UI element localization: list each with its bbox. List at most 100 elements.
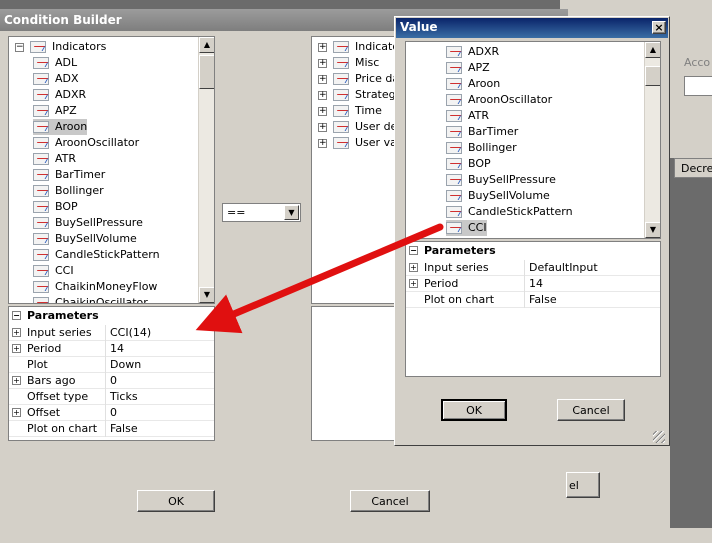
tree-item[interactable]: Aroon bbox=[33, 119, 88, 135]
parameter-name: Offset bbox=[27, 406, 61, 419]
value-list-scrollbar[interactable]: ▲ ▼ bbox=[644, 42, 660, 238]
expand-icon[interactable]: + bbox=[12, 344, 21, 353]
expand-icon[interactable]: + bbox=[318, 74, 327, 84]
tree-item[interactable]: APZ bbox=[33, 103, 77, 119]
parameter-row[interactable]: Offset type Ticks bbox=[9, 389, 214, 405]
tree-item[interactable]: BuySellPressure bbox=[33, 215, 143, 231]
parameter-row[interactable]: + Input series CCI(14) bbox=[9, 325, 214, 341]
expand-icon[interactable]: + bbox=[12, 376, 21, 385]
indicators-tree[interactable]: − Indicators ADL ADX ADXR APZ Aroon AroonOscil… bbox=[8, 36, 215, 304]
parameter-value[interactable]: 0 bbox=[105, 373, 214, 389]
list-item[interactable]: Aroon bbox=[446, 76, 500, 92]
parameter-value[interactable]: Ticks bbox=[105, 389, 214, 405]
tree-item[interactable]: CandleStickPattern bbox=[33, 247, 160, 263]
expand-icon[interactable]: + bbox=[318, 42, 327, 52]
parameter-row[interactable]: Plot Down bbox=[9, 357, 214, 373]
value-indicator-list[interactable]: ADXR APZ Aroon AroonOscillator ATR BarTimer Bo… bbox=[405, 41, 661, 239]
collapse-icon[interactable]: − bbox=[409, 246, 418, 255]
parameter-row[interactable]: + Bars ago 0 bbox=[9, 373, 214, 389]
parameter-value[interactable]: Down bbox=[105, 357, 214, 373]
scroll-up-icon[interactable]: ▲ bbox=[199, 37, 214, 53]
tree-item[interactable]: + Strategy bbox=[318, 87, 400, 103]
list-item[interactable]: CCI bbox=[446, 220, 487, 236]
tree-item[interactable]: + Price da bbox=[318, 71, 399, 87]
scroll-down-icon[interactable]: ▼ bbox=[645, 222, 660, 238]
scroll-thumb[interactable] bbox=[199, 55, 214, 89]
list-item-label: ATR bbox=[55, 152, 77, 165]
scroll-thumb[interactable] bbox=[645, 66, 660, 86]
value-category-tree[interactable]: + Indicato + Misc + Price da + Strategy + Time + Us… bbox=[311, 36, 401, 304]
close-icon[interactable]: × bbox=[652, 21, 666, 34]
parameter-row[interactable]: + Offset 0 bbox=[9, 405, 214, 421]
parameter-value[interactable]: 0 bbox=[105, 405, 214, 421]
tree-item[interactable]: + Time bbox=[318, 103, 382, 119]
background-column-header[interactable]: Decre bbox=[674, 158, 712, 178]
expand-icon[interactable]: + bbox=[318, 106, 327, 116]
tree-item[interactable]: + User de bbox=[318, 119, 397, 135]
parameter-value[interactable]: False bbox=[524, 292, 660, 308]
list-item[interactable]: AroonOscillator bbox=[446, 92, 552, 108]
tree-item[interactable]: ChaikinOscillator bbox=[33, 295, 148, 303]
background-account-field[interactable] bbox=[684, 76, 712, 96]
tree-item[interactable]: BOP bbox=[33, 199, 78, 215]
value-ok-button[interactable]: OK bbox=[441, 399, 507, 421]
parameter-value[interactable]: 14 bbox=[105, 341, 214, 357]
value-cancel-button[interactable]: Cancel bbox=[557, 399, 625, 421]
list-item[interactable]: CandleStickPattern bbox=[446, 204, 573, 220]
tree-root-indicators[interactable]: − Indicators bbox=[15, 39, 106, 55]
parameter-row[interactable]: + Period 14 bbox=[9, 341, 214, 357]
scroll-down-icon[interactable]: ▼ bbox=[199, 287, 214, 303]
condition-parameters-grid[interactable]: − Parameters + Input series CCI(14) + Period 1… bbox=[8, 306, 215, 441]
expand-icon[interactable]: + bbox=[318, 58, 327, 68]
tree-item[interactable]: + Misc bbox=[318, 55, 379, 71]
tree-item[interactable]: + User va bbox=[318, 135, 397, 151]
parameter-value[interactable]: CCI(14) bbox=[105, 325, 214, 341]
parameter-row[interactable]: Plot on chart False bbox=[9, 421, 214, 437]
cancel-button[interactable]: Cancel bbox=[350, 490, 430, 512]
tree-item[interactable]: AroonOscillator bbox=[33, 135, 139, 151]
parameter-value[interactable]: False bbox=[105, 421, 214, 437]
list-item[interactable]: BarTimer bbox=[446, 124, 518, 140]
list-item-label: Indicato bbox=[355, 40, 400, 53]
expand-icon[interactable]: + bbox=[409, 279, 418, 288]
expand-icon[interactable]: + bbox=[318, 122, 327, 132]
collapse-icon[interactable]: − bbox=[12, 311, 21, 320]
list-item[interactable]: BuySellVolume bbox=[446, 188, 550, 204]
tree-item[interactable]: + Indicato bbox=[318, 39, 399, 55]
parameter-row[interactable]: + Input series DefaultInput bbox=[406, 260, 660, 276]
parameter-value[interactable]: 14 bbox=[524, 276, 660, 292]
tree-item[interactable]: ChaikinMoneyFlow bbox=[33, 279, 157, 295]
chevron-down-icon[interactable]: ▼ bbox=[284, 205, 299, 220]
expand-icon[interactable]: + bbox=[12, 328, 21, 337]
background-cancel-button[interactable]: el bbox=[566, 472, 600, 498]
tree-item[interactable]: CCI bbox=[33, 263, 74, 279]
ok-button[interactable]: OK bbox=[137, 490, 215, 512]
resize-grip-icon[interactable] bbox=[653, 431, 665, 443]
list-item[interactable]: ATR bbox=[446, 108, 489, 124]
list-item[interactable]: ADXR bbox=[446, 44, 499, 60]
list-item-label: APZ bbox=[55, 104, 77, 117]
tree-item[interactable]: ATR bbox=[33, 151, 76, 167]
value-parameters-grid[interactable]: − Parameters + Input series DefaultInput + Pe… bbox=[405, 241, 661, 377]
tree-item[interactable]: BarTimer bbox=[33, 167, 105, 183]
parameter-row[interactable]: + Period 14 bbox=[406, 276, 660, 292]
expand-icon[interactable]: + bbox=[409, 263, 418, 272]
expand-icon[interactable]: + bbox=[318, 90, 327, 100]
list-item[interactable]: BOP bbox=[446, 156, 491, 172]
indicators-scrollbar[interactable]: ▲ ▼ bbox=[198, 37, 214, 303]
scroll-up-icon[interactable]: ▲ bbox=[645, 42, 660, 58]
parameter-value[interactable]: DefaultInput bbox=[524, 260, 660, 276]
tree-item[interactable]: Bollinger bbox=[33, 183, 104, 199]
list-item[interactable]: BuySellPressure bbox=[446, 172, 556, 188]
tree-item[interactable]: ADL bbox=[33, 55, 77, 71]
operator-dropdown[interactable]: == ▼ bbox=[222, 203, 301, 222]
tree-item[interactable]: ADX bbox=[33, 71, 79, 87]
list-item[interactable]: APZ bbox=[446, 60, 490, 76]
expand-icon[interactable]: + bbox=[12, 408, 21, 417]
parameter-row[interactable]: Plot on chart False bbox=[406, 292, 660, 308]
tree-item[interactable]: BuySellVolume bbox=[33, 231, 137, 247]
list-item[interactable]: Bollinger bbox=[446, 140, 517, 156]
expand-icon[interactable]: + bbox=[318, 138, 327, 148]
tree-item[interactable]: ADXR bbox=[33, 87, 86, 103]
collapse-icon[interactable]: − bbox=[15, 42, 24, 52]
